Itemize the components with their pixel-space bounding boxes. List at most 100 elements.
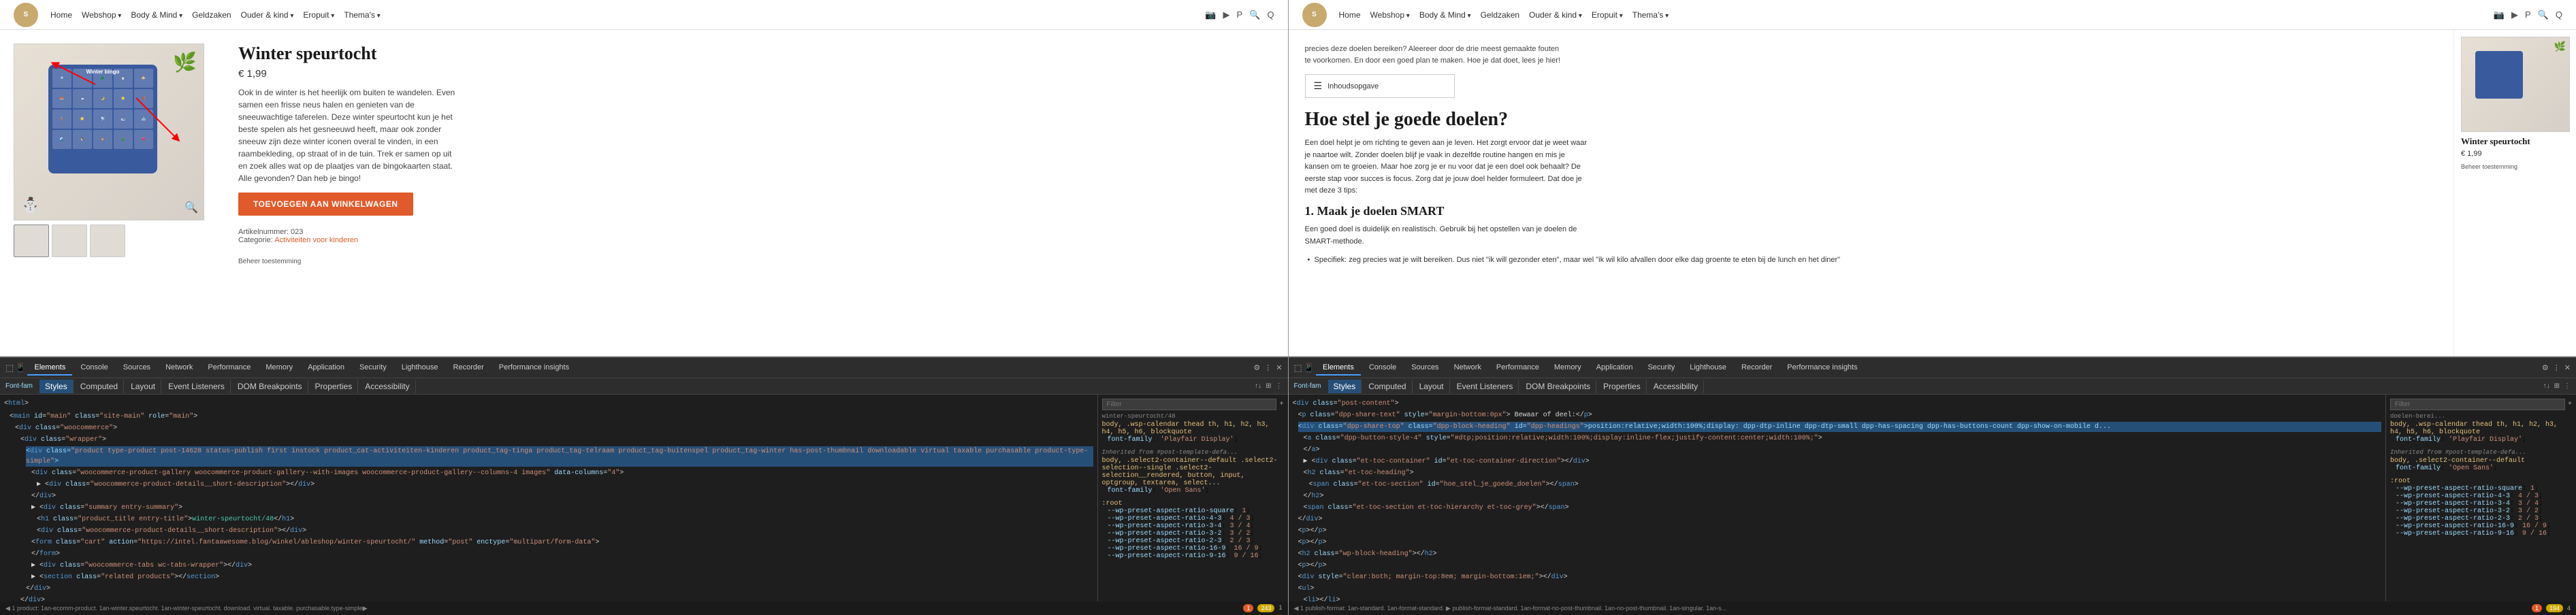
tab-application[interactable]: Application bbox=[301, 361, 351, 376]
r-styles-tab-dom-breakpoints[interactable]: DOM Breakpoints bbox=[1520, 380, 1596, 393]
r-devtools-sub-icon-1[interactable]: ↑↓ bbox=[2543, 382, 2550, 390]
tab-console[interactable]: Console bbox=[74, 361, 114, 376]
r-tab-elements[interactable]: Elements bbox=[1316, 361, 1361, 376]
consent-link[interactable]: Beheer toestemming bbox=[238, 258, 1268, 265]
r-devtools-sub-icon-2[interactable]: ⊞ bbox=[2554, 382, 2560, 390]
devtools-cursor-icon[interactable]: ⬚ bbox=[5, 363, 14, 373]
bingo-cell: ⛷ bbox=[93, 110, 112, 129]
r-nav-themas[interactable]: Thema's bbox=[1632, 10, 1669, 20]
r-cart-icon[interactable]: Q bbox=[2556, 10, 2562, 20]
blog-p2: Een goed doel is duidelijk en realistisc… bbox=[1305, 224, 1591, 248]
r-tab-memory[interactable]: Memory bbox=[1547, 361, 1588, 376]
r-search-icon[interactable]: 🔍 bbox=[2538, 10, 2549, 20]
category-link[interactable]: Activiteiten voor kinderen bbox=[274, 236, 358, 244]
r-youtube-icon[interactable]: ▶ bbox=[2511, 10, 2518, 20]
r-devtools-settings-icon[interactable]: ⚙ bbox=[2542, 363, 2549, 372]
r-tab-lighthouse[interactable]: Lighthouse bbox=[1683, 361, 1733, 376]
nav-home[interactable]: Home bbox=[50, 10, 72, 20]
r-nav-body-mind[interactable]: Body & Mind bbox=[1419, 10, 1471, 20]
r-styles-tab-accessibility[interactable]: Accessibility bbox=[1648, 380, 1704, 393]
r-tab-recorder[interactable]: Recorder bbox=[1735, 361, 1779, 376]
tab-lighthouse[interactable]: Lighthouse bbox=[395, 361, 445, 376]
styles-tab-accessibility[interactable]: Accessibility bbox=[359, 380, 415, 393]
r-styles-tab-styles[interactable]: Styles bbox=[1328, 380, 1362, 393]
nav-geldzaken[interactable]: Geldzaken bbox=[192, 10, 231, 20]
thumbnail-3[interactable] bbox=[90, 225, 125, 257]
nav-webshop[interactable]: Webshop bbox=[82, 10, 121, 20]
new-style-icon[interactable]: + bbox=[1279, 401, 1283, 408]
devtools-more-icon[interactable]: ⋮ bbox=[1264, 363, 1272, 372]
r-new-style-icon[interactable]: + bbox=[2568, 401, 2572, 408]
right-consent-link[interactable]: Beheer toestemming bbox=[2461, 163, 2569, 170]
tab-memory[interactable]: Memory bbox=[259, 361, 300, 376]
devtools-sub-icon-1[interactable]: ↑↓ bbox=[1255, 382, 1261, 390]
right-logo[interactable]: S bbox=[1302, 3, 1327, 27]
left-logo[interactable]: S bbox=[14, 3, 38, 27]
styles-tab-properties[interactable]: Properties bbox=[310, 380, 359, 393]
product-image-wrap: 🌿 Winter bingo ❄ 🐦 🌲 ⛄ 🏠 🦊 bbox=[14, 44, 218, 343]
r-styles-tab-computed[interactable]: Computed bbox=[1363, 380, 1412, 393]
tab-performance-insights[interactable]: Performance insights bbox=[492, 361, 576, 376]
pinterest-icon[interactable]: P bbox=[1237, 10, 1243, 20]
r-tab-sources[interactable]: Sources bbox=[1404, 361, 1445, 376]
styles-tab-styles[interactable]: Styles bbox=[39, 380, 74, 393]
product-meta: Artikelnummer: 023 Categorie: Activiteit… bbox=[238, 228, 1268, 244]
r-nav-webshop[interactable]: Webshop bbox=[1370, 10, 1410, 20]
r-nav-ouder-kind[interactable]: Ouder & kind bbox=[1529, 10, 1582, 20]
r-styles-tab-properties[interactable]: Properties bbox=[1598, 380, 1647, 393]
r-tab-console[interactable]: Console bbox=[1362, 361, 1403, 376]
product-title: Winter speurtocht bbox=[238, 44, 1268, 64]
r-devtools-more-icon[interactable]: ⋮ bbox=[2553, 363, 2560, 372]
nav-themas[interactable]: Thema's bbox=[344, 10, 380, 20]
r-devtools-cursor-icon[interactable]: ⬚ bbox=[1294, 363, 1302, 373]
add-to-cart-button[interactable]: TOEVOEGEN AAN WINKELWAGEN bbox=[238, 193, 413, 216]
tab-performance[interactable]: Performance bbox=[201, 361, 257, 376]
devtools-sub-icon-2[interactable]: ⊞ bbox=[1266, 382, 1271, 390]
devtools-settings-icon[interactable]: ⚙ bbox=[1253, 363, 1260, 372]
styles-tab-computed[interactable]: Computed bbox=[75, 380, 124, 393]
r-tab-application[interactable]: Application bbox=[1590, 361, 1640, 376]
thumbnail-2[interactable] bbox=[52, 225, 87, 257]
cart-icon[interactable]: Q bbox=[1267, 10, 1274, 20]
r-devtools-close-icon[interactable]: ✕ bbox=[2564, 363, 2571, 372]
r-nav-home[interactable]: Home bbox=[1339, 10, 1361, 20]
r-devtools-phone-icon[interactable]: 📱 bbox=[1304, 363, 1315, 373]
nav-body-mind[interactable]: Body & Mind bbox=[131, 10, 182, 20]
r-tab-network[interactable]: Network bbox=[1447, 361, 1488, 376]
styles-prop-1: font-family: 'Playfair Display'; bbox=[1108, 436, 1284, 444]
left-html-panel[interactable]: <html> <main id="main" class="site-main"… bbox=[0, 395, 1097, 601]
right-html-panel[interactable]: <div class="post-content"> <p class="dpp… bbox=[1289, 395, 2386, 601]
r-instagram-icon[interactable]: 📷 bbox=[2494, 10, 2505, 20]
r-nav-eropuit[interactable]: Eropuit bbox=[1592, 10, 1623, 20]
tab-network[interactable]: Network bbox=[159, 361, 199, 376]
r-tab-performance-insights[interactable]: Performance insights bbox=[1780, 361, 1864, 376]
youtube-icon[interactable]: ▶ bbox=[1223, 10, 1230, 20]
tab-recorder[interactable]: Recorder bbox=[447, 361, 491, 376]
devtools-sub-icon-3[interactable]: ⋮ bbox=[1276, 382, 1283, 390]
r-tab-performance[interactable]: Performance bbox=[1490, 361, 1546, 376]
styles-filter-input[interactable] bbox=[1102, 399, 1277, 410]
tab-security[interactable]: Security bbox=[353, 361, 393, 376]
styles-tab-dom-breakpoints[interactable]: DOM Breakpoints bbox=[232, 380, 308, 393]
instagram-icon[interactable]: 📷 bbox=[1205, 10, 1216, 20]
r-styles-filter-input[interactable] bbox=[2390, 399, 2565, 410]
tab-sources[interactable]: Sources bbox=[116, 361, 157, 376]
search-icon[interactable]: 🔍 bbox=[1249, 10, 1260, 20]
r-devtools-sub-icons: ↑↓ ⊞ ⋮ bbox=[2543, 382, 2571, 390]
r-nav-geldzaken[interactable]: Geldzaken bbox=[1481, 10, 1519, 20]
devtools-close-icon[interactable]: ✕ bbox=[1276, 363, 1282, 372]
zoom-icon[interactable]: 🔍 bbox=[184, 201, 198, 214]
r-devtools-sub-icon-3[interactable]: ⋮ bbox=[2564, 382, 2571, 390]
r-pinterest-icon[interactable]: P bbox=[2525, 10, 2531, 20]
tab-elements[interactable]: Elements bbox=[27, 361, 72, 376]
devtools-phone-icon[interactable]: 📱 bbox=[15, 363, 26, 373]
styles-tab-event-listeners[interactable]: Event Listeners bbox=[163, 380, 231, 393]
r-styles-tab-event-listeners[interactable]: Event Listeners bbox=[1451, 380, 1519, 393]
nav-ouder-kind[interactable]: Ouder & kind bbox=[241, 10, 294, 20]
toc-icon: ☰ bbox=[1314, 80, 1323, 92]
thumbnail-1[interactable] bbox=[14, 225, 49, 257]
r-styles-tab-layout[interactable]: Layout bbox=[1414, 380, 1450, 393]
r-tab-security[interactable]: Security bbox=[1641, 361, 1681, 376]
styles-tab-layout[interactable]: Layout bbox=[125, 380, 161, 393]
nav-eropuit[interactable]: Eropuit bbox=[303, 10, 334, 20]
